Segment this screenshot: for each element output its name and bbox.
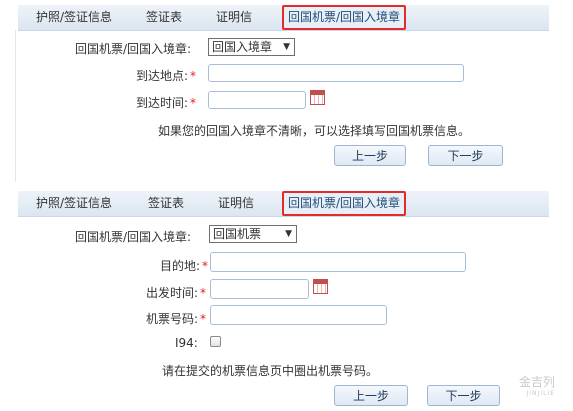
required-mark: *: [190, 69, 197, 83]
calendar-icon[interactable]: [313, 279, 328, 294]
return-ticket-panel-entry-stamp: 护照/签证信息 签证表 证明信 回国机票/回国入境章 回国机票/回国入境章: 回…: [0, 0, 573, 182]
prev-step-button[interactable]: 上一步: [334, 145, 406, 166]
tab-visa-form[interactable]: 签证表: [146, 5, 182, 30]
next-step-button[interactable]: 下一步: [428, 145, 503, 166]
type-select[interactable]: 回国入境章 ▼: [208, 38, 295, 56]
required-mark: *: [190, 96, 197, 110]
required-mark: *: [200, 286, 207, 300]
ticket-number-input[interactable]: [210, 305, 387, 325]
tab-bar: 护照/签证信息 签证表 证明信 回国机票/回国入境章: [18, 5, 549, 31]
destination-input[interactable]: [210, 252, 466, 272]
watermark-subtext: JINJILIE: [526, 390, 555, 397]
i94-label: I94:: [175, 336, 198, 350]
destination-label: 目的地: *: [160, 257, 208, 274]
tab-return-ticket-stamp[interactable]: 回国机票/回国入境章: [282, 5, 407, 30]
hint-text: 如果您的回国入境章不清晰，可以选择填写回国机票信息。: [158, 124, 471, 138]
return-ticket-panel-flight-ticket: 护照/签证信息 签证表 证明信 回国机票/回国入境章 回国机票/回国入境章: 回…: [0, 183, 573, 411]
arrival-time-input[interactable]: [208, 91, 306, 109]
tab-passport-visa[interactable]: 护照/签证信息: [36, 191, 112, 216]
arrival-place-label: 到达地点: *: [136, 67, 196, 84]
tab-visa-form[interactable]: 签证表: [148, 191, 184, 216]
departure-time-label-text: 出发时间:: [146, 286, 199, 300]
arrival-time-label-text: 到达时间:: [136, 96, 189, 110]
type-label: 回国机票/回国入境章:: [75, 42, 192, 56]
tab-bar: 护照/签证信息 签证表 证明信 回国机票/回国入境章: [18, 191, 549, 217]
ticket-number-label-text: 机票号码:: [146, 312, 199, 326]
required-mark: *: [202, 259, 209, 273]
next-step-button[interactable]: 下一步: [427, 385, 500, 406]
required-mark: *: [200, 312, 207, 326]
chevron-down-icon: ▼: [285, 229, 292, 239]
prev-step-button[interactable]: 上一步: [334, 385, 408, 406]
ticket-number-label: 机票号码: *: [146, 310, 206, 327]
watermark-logo: 金吉列 JINJILIE: [519, 373, 555, 397]
arrival-place-label-text: 到达地点:: [136, 69, 189, 83]
hint-text: 请在提交的机票信息页中圈出机票号码。: [162, 364, 379, 378]
i94-checkbox[interactable]: [210, 336, 221, 347]
arrival-place-input[interactable]: [208, 64, 464, 82]
arrival-time-label: 到达时间: *: [136, 94, 196, 111]
departure-time-input[interactable]: [210, 279, 309, 299]
tab-certificate-letter[interactable]: 证明信: [216, 5, 252, 30]
departure-time-label: 出发时间: *: [146, 284, 206, 301]
tab-return-ticket-stamp[interactable]: 回国机票/回国入境章: [282, 191, 407, 216]
calendar-icon[interactable]: [310, 90, 325, 105]
type-select-value: 回国机票: [213, 227, 262, 241]
type-label: 回国机票/回国入境章:: [75, 230, 192, 244]
tab-certificate-letter[interactable]: 证明信: [218, 191, 254, 216]
watermark-text: 金吉列: [518, 375, 555, 389]
type-select-value: 回国入境章: [212, 40, 273, 54]
tab-passport-visa[interactable]: 护照/签证信息: [36, 5, 112, 30]
type-select[interactable]: 回国机票 ▼: [209, 225, 297, 243]
chevron-down-icon: ▼: [283, 42, 290, 52]
destination-label-text: 目的地:: [160, 259, 201, 273]
